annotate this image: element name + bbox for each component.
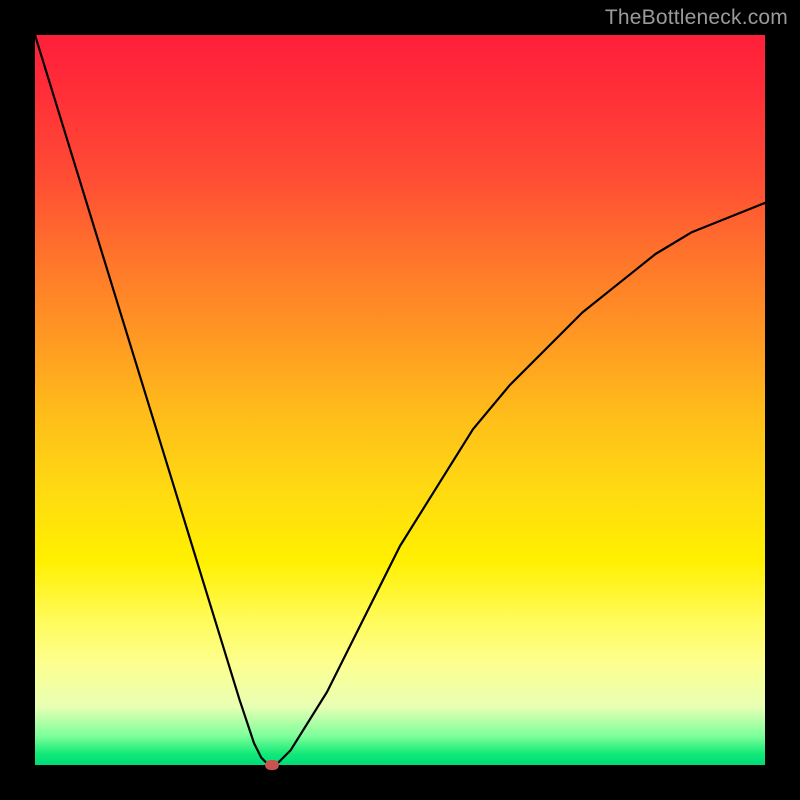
- chart-frame: TheBottleneck.com: [0, 0, 800, 800]
- bottleneck-curve: [35, 35, 765, 765]
- plot-area: [35, 35, 765, 765]
- watermark-text: TheBottleneck.com: [605, 6, 788, 30]
- optimum-marker: [265, 760, 279, 770]
